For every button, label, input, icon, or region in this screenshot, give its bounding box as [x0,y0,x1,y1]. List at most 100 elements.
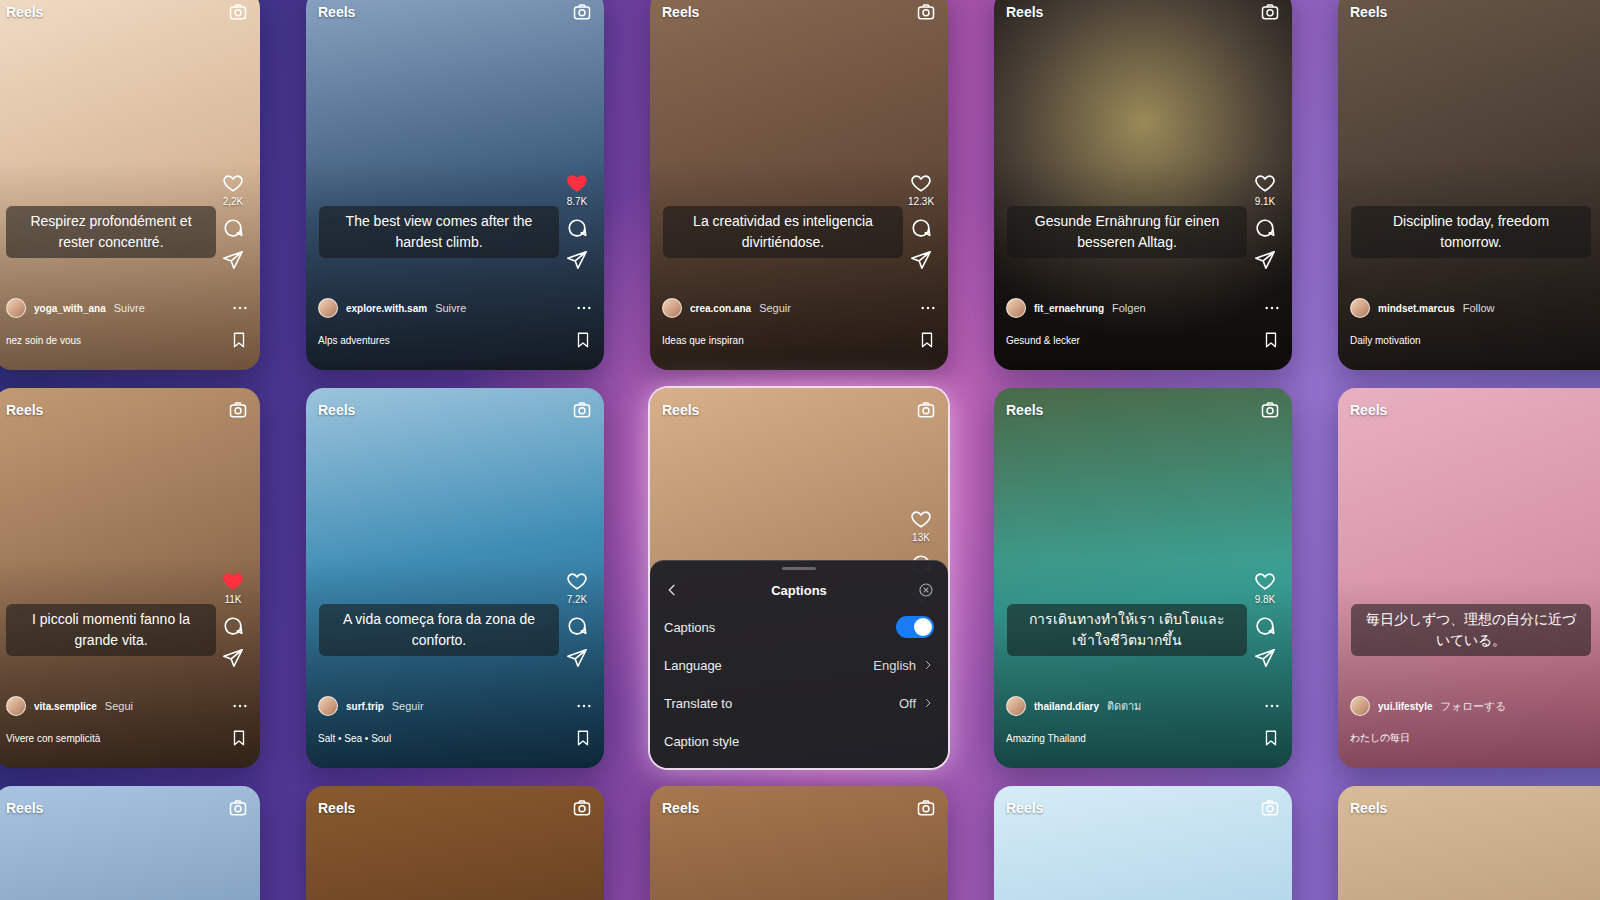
author-handle[interactable]: yui.lifestyle [1378,701,1432,712]
share-icon[interactable] [1254,249,1276,271]
comment-icon[interactable] [1254,217,1276,239]
share-icon[interactable] [566,249,588,271]
reel-card[interactable]: ReelsGesunde Ernährung für einen bessere… [994,0,1292,370]
bookmark-icon[interactable] [574,729,592,747]
avatar[interactable] [1350,298,1370,318]
follow-button[interactable]: Seguir [759,302,791,314]
camera-icon[interactable] [916,798,936,818]
comment-icon[interactable] [1254,615,1276,637]
heart-icon[interactable] [566,570,588,592]
camera-icon[interactable] [1260,400,1280,420]
follow-button[interactable]: Suivre [114,302,145,314]
reel-card[interactable]: ReelsThe best view comes after the harde… [306,0,604,370]
camera-icon[interactable] [572,798,592,818]
reel-card[interactable]: ReelsI piccoli momenti fanno la grande v… [0,388,260,768]
reel-card[interactable]: Reels毎日少しずつ、理想の自分に近づいている。yui.lifestyleフォ… [1338,388,1600,768]
author-handle[interactable]: yoga_with_ana [34,303,106,314]
heart-icon[interactable] [222,570,244,592]
author-handle[interactable]: explore.with.sam [346,303,427,314]
avatar[interactable] [6,298,26,318]
reel-card[interactable]: ReelsA vida começa fora da zona de confo… [306,388,604,768]
follow-button[interactable]: Folgen [1112,302,1146,314]
avatar[interactable] [1350,696,1370,716]
more-icon[interactable] [920,305,936,311]
author-handle[interactable]: mindset.marcus [1378,303,1455,314]
share-icon[interactable] [222,647,244,669]
panel-row[interactable]: Translate toOff [664,684,934,722]
reel-card[interactable]: Reels [1338,786,1600,900]
bookmark-icon[interactable] [1262,729,1280,747]
comment-icon[interactable] [566,615,588,637]
captions-toggle[interactable] [896,616,934,638]
panel-grabber[interactable] [782,567,816,570]
avatar[interactable] [318,696,338,716]
follow-button[interactable]: Segui [105,700,133,712]
close-icon[interactable] [918,582,934,598]
avatar[interactable] [1006,696,1026,716]
panel-row[interactable]: Captions [664,608,934,646]
camera-icon[interactable] [228,2,248,22]
camera-icon[interactable] [572,2,592,22]
follow-button[interactable]: Seguir [392,700,424,712]
bookmark-icon[interactable] [574,331,592,349]
avatar[interactable] [1006,298,1026,318]
more-icon[interactable] [232,305,248,311]
reel-card[interactable]: Reelsการเดินทางทำให้เรา เติบโตและเข้าใจช… [994,388,1292,768]
camera-icon[interactable] [228,798,248,818]
reel-card[interactable]: Reels [0,786,260,900]
like-count: 13K [912,532,930,543]
reel-card[interactable]: ReelsDiscipline today, freedom tomorrow.… [1338,0,1600,370]
heart-icon[interactable] [910,172,932,194]
panel-row[interactable]: Caption style [664,722,934,760]
heart-icon[interactable] [222,172,244,194]
follow-button[interactable]: Follow [1463,302,1495,314]
follow-button[interactable]: フォローする [1440,699,1506,714]
camera-icon[interactable] [228,400,248,420]
camera-icon[interactable] [572,400,592,420]
comment-icon[interactable] [222,615,244,637]
more-icon[interactable] [576,305,592,311]
share-icon[interactable] [1254,647,1276,669]
bookmark-icon[interactable] [230,331,248,349]
share-icon[interactable] [222,249,244,271]
reel-card[interactable]: Reels13KCaptionsCaptionsLanguageEnglishT… [650,388,948,768]
more-icon[interactable] [1264,703,1280,709]
camera-icon[interactable] [916,2,936,22]
avatar[interactable] [318,298,338,318]
reel-card[interactable]: Reels [994,786,1292,900]
reel-card[interactable]: Reels [650,786,948,900]
action-column: 9.8K [1248,570,1282,669]
comment-icon[interactable] [566,217,588,239]
more-icon[interactable] [576,703,592,709]
panel-row[interactable]: LanguageEnglish [664,646,934,684]
follow-button[interactable]: Suivre [435,302,466,314]
bookmark-icon[interactable] [230,729,248,747]
camera-icon[interactable] [916,400,936,420]
author-handle[interactable]: thailand.diary [1034,701,1099,712]
avatar[interactable] [6,696,26,716]
author-handle[interactable]: fit_ernaehrung [1034,303,1104,314]
share-icon[interactable] [910,249,932,271]
more-icon[interactable] [232,703,248,709]
bookmark-icon[interactable] [1262,331,1280,349]
more-icon[interactable] [1264,305,1280,311]
share-icon[interactable] [566,647,588,669]
author-handle[interactable]: crea.con.ana [690,303,751,314]
author-handle[interactable]: vita.semplice [34,701,97,712]
comment-icon[interactable] [910,217,932,239]
heart-icon[interactable] [1254,172,1276,194]
author-handle[interactable]: surf.trip [346,701,384,712]
camera-icon[interactable] [1260,2,1280,22]
heart-icon[interactable] [910,508,932,530]
reel-card[interactable]: Reels [306,786,604,900]
avatar[interactable] [662,298,682,318]
follow-button[interactable]: ติดตาม [1107,697,1141,715]
comment-icon[interactable] [222,217,244,239]
heart-icon[interactable] [1254,570,1276,592]
bookmark-icon[interactable] [918,331,936,349]
reel-card[interactable]: ReelsRespirez profondément et rester con… [0,0,260,370]
camera-icon[interactable] [1260,798,1280,818]
heart-icon[interactable] [566,172,588,194]
back-icon[interactable] [664,582,680,598]
reel-card[interactable]: ReelsLa creatividad es inteligencia divi… [650,0,948,370]
